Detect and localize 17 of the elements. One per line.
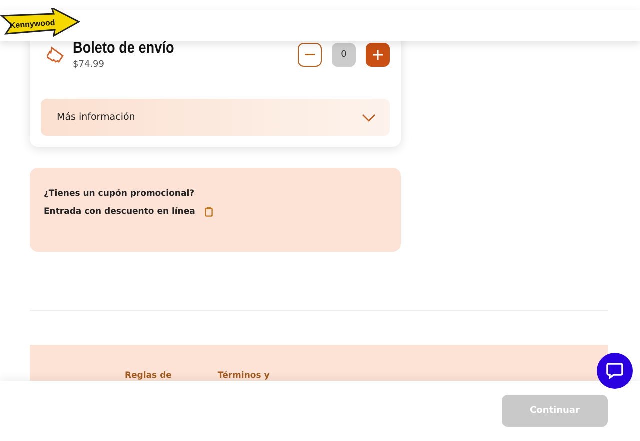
product-price: $74.99 xyxy=(73,60,106,70)
ticket-icon xyxy=(47,46,65,64)
plus-icon xyxy=(373,50,383,60)
more-info-toggle[interactable]: Más información xyxy=(41,99,390,136)
increase-button[interactable] xyxy=(366,43,390,67)
logo[interactable]: Kennywood xyxy=(0,8,80,40)
promo-text: Entrada con descuento en línea xyxy=(44,207,196,217)
quantity-field[interactable]: 0 xyxy=(332,43,356,67)
promo-title: ¿Tienes un cupón promocional? xyxy=(44,189,196,199)
decrease-button[interactable] xyxy=(298,43,322,67)
footer-link[interactable]: Términos y xyxy=(218,371,270,382)
minus-icon xyxy=(305,54,315,56)
chevron-icon xyxy=(362,114,376,122)
chat-icon xyxy=(606,362,624,380)
footer-link[interactable]: Reglas de xyxy=(125,371,172,382)
clipboard-icon[interactable] xyxy=(205,207,214,217)
product-title: Boleto de envío xyxy=(73,40,176,58)
